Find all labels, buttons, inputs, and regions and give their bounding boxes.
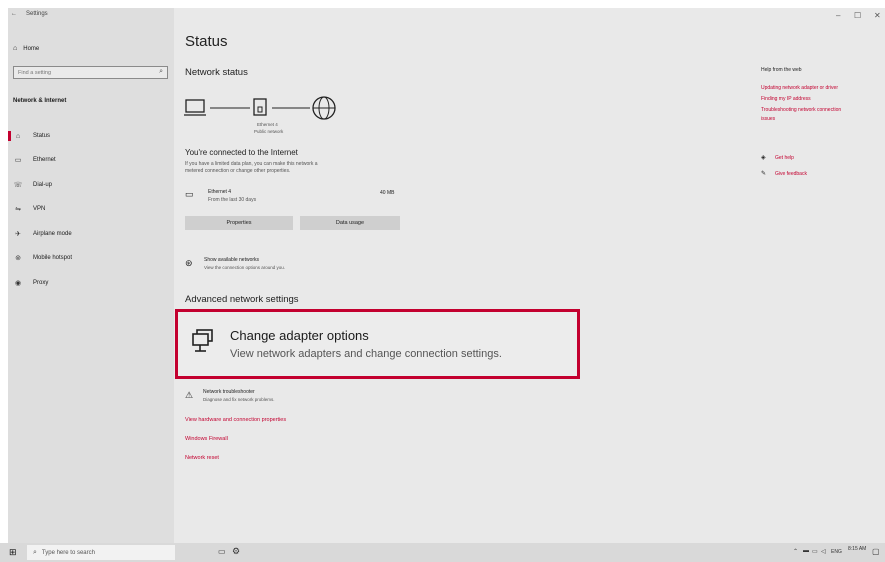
data-usage-button[interactable]: Data usage xyxy=(300,216,400,230)
proxy-icon: ◉ xyxy=(14,280,22,287)
give-feedback-link[interactable]: Give feedback xyxy=(775,171,807,177)
sidebar-item-proxy[interactable]: ◉ Proxy xyxy=(8,272,174,294)
vpn-icon: ⇋ xyxy=(15,206,21,213)
home-nav-item[interactable]: ⌂ Home xyxy=(13,45,39,52)
home-label: Home xyxy=(23,45,40,52)
help-link-issues[interactable]: issues xyxy=(761,116,775,122)
ethernet-icon: ▭ xyxy=(14,157,22,164)
advanced-settings-heading: Advanced network settings xyxy=(185,294,299,305)
connected-desc-line1: If you have a limited data plan, you can… xyxy=(185,161,318,167)
home-icon: ⌂ xyxy=(13,45,18,52)
help-link-ip[interactable]: Finding my IP address xyxy=(761,96,811,102)
sidebar-item-label: Mobile hotspot xyxy=(33,255,73,261)
show-networks-icon: ⊛ xyxy=(185,258,193,268)
change-adapter-options-item[interactable]: Change adapter options View network adap… xyxy=(175,309,580,379)
sidebar-group-title: Network & Internet xyxy=(13,98,67,104)
find-setting-placeholder: Find a setting xyxy=(18,70,52,76)
sidebar-item-dialup[interactable]: ☏ Dial-up xyxy=(8,174,174,196)
adapter-usage: 40 MB xyxy=(380,190,395,196)
sidebar-item-airplane-mode[interactable]: ✈ Airplane mode xyxy=(8,223,174,245)
globe-icon xyxy=(312,96,336,120)
volume-icon[interactable]: ◁ xyxy=(821,548,826,555)
diagram-device-label: Ethernet 4 xyxy=(257,122,278,127)
sidebar-item-mobile-hotspot[interactable]: ⊚ Mobile hotspot xyxy=(8,247,174,269)
hardware-properties-link[interactable]: View hardware and connection properties xyxy=(185,417,286,423)
ethernet-adapter-icon: ▭ xyxy=(185,189,194,199)
troubleshooter-sub: Diagnose and fix network problems. xyxy=(203,397,275,402)
maximize-button[interactable]: ☐ xyxy=(854,11,861,20)
help-heading: Help from the web xyxy=(761,67,802,73)
change-adapter-title: Change adapter options xyxy=(230,328,369,343)
dialup-icon: ☏ xyxy=(13,182,23,189)
sidebar-item-label: Proxy xyxy=(33,280,49,286)
diagram-network-label: Public network xyxy=(254,129,284,134)
change-adapter-sub: View network adapters and change connect… xyxy=(230,348,502,360)
taskbar-search-placeholder: Type here to search xyxy=(41,549,95,556)
sidebar-item-vpn[interactable]: ⇋ VPN xyxy=(8,198,174,220)
page-title: Status xyxy=(185,33,228,50)
connected-heading: You're connected to the Internet xyxy=(185,148,298,157)
computer-icon xyxy=(184,99,206,116)
airplane-icon: ✈ xyxy=(15,231,21,238)
network-tray-icon[interactable]: ▭ xyxy=(812,548,818,555)
show-networks-sub: View the connection options around you. xyxy=(204,265,285,270)
settings-window: ← Settings ⌂ Home Find a setting ⌕ Netwo… xyxy=(8,8,885,543)
warning-icon: ⚠ xyxy=(185,390,194,400)
windows-firewall-link[interactable]: Windows Firewall xyxy=(185,436,228,442)
ethernet-adapter-icon xyxy=(253,98,267,116)
language-indicator[interactable]: ENG xyxy=(831,549,842,555)
network-reset-link[interactable]: Network reset xyxy=(185,455,219,461)
minimize-button[interactable]: – xyxy=(836,11,840,20)
sidebar-item-status[interactable]: ⌂ Status xyxy=(8,125,174,147)
sidebar-item-label: Status xyxy=(33,133,51,139)
task-view-icon[interactable]: ▭ xyxy=(218,547,226,556)
network-adapter-icon xyxy=(192,329,213,352)
settings-gear-icon[interactable]: ⚙ xyxy=(232,546,240,557)
taskbar-search-input[interactable]: ⌕ Type here to search xyxy=(27,545,175,560)
get-help-link[interactable]: Get help xyxy=(775,155,794,161)
show-networks-title[interactable]: Show available networks xyxy=(204,257,259,263)
sidebar-item-ethernet[interactable]: ▭ Ethernet xyxy=(8,149,174,171)
sidebar-item-label: VPN xyxy=(33,206,46,212)
help-link-driver[interactable]: Updating network adapter or driver xyxy=(761,85,838,91)
tray-chevron-icon[interactable]: ⌃ xyxy=(793,548,798,555)
back-arrow-icon[interactable]: ← xyxy=(11,11,17,17)
taskbar: ⊞ ⌕ Type here to search ▭ ⚙ ⌃ ▬ ▭ ◁ ENG … xyxy=(0,543,885,562)
adapter-sub: From the last 30 days xyxy=(208,197,257,203)
window-title: Settings xyxy=(26,11,48,17)
feedback-icon: ✎ xyxy=(761,171,767,177)
sidebar: ← Settings ⌂ Home Find a setting ⌕ Netwo… xyxy=(8,8,174,543)
battery-icon[interactable]: ▬ xyxy=(803,548,809,554)
sidebar-item-label: Ethernet xyxy=(33,157,56,163)
hotspot-icon: ⊚ xyxy=(15,255,21,262)
search-icon: ⌕ xyxy=(159,68,163,75)
sidebar-item-label: Airplane mode xyxy=(33,231,72,237)
help-link-troubleshooting[interactable]: Troubleshooting network connection xyxy=(761,107,841,113)
network-status-heading: Network status xyxy=(185,67,248,78)
close-button[interactable]: ✕ xyxy=(874,11,881,20)
start-windows-icon[interactable]: ⊞ xyxy=(9,547,17,558)
search-icon: ⌕ xyxy=(33,548,37,556)
status-icon: ⌂ xyxy=(15,132,21,140)
troubleshooter-title[interactable]: Network troubleshooter xyxy=(203,389,255,395)
properties-button[interactable]: Properties xyxy=(185,216,293,230)
connected-desc-line2: metered connection or change other prope… xyxy=(185,168,291,174)
find-setting-input[interactable]: Find a setting ⌕ xyxy=(13,66,168,79)
sidebar-item-label: Dial-up xyxy=(33,182,53,188)
notification-icon[interactable]: ▢ xyxy=(872,547,880,556)
clock[interactable]: 8:15 AM xyxy=(848,546,866,552)
adapter-name: Ethernet 4 xyxy=(208,189,232,195)
get-help-icon: ◈ xyxy=(761,155,766,161)
